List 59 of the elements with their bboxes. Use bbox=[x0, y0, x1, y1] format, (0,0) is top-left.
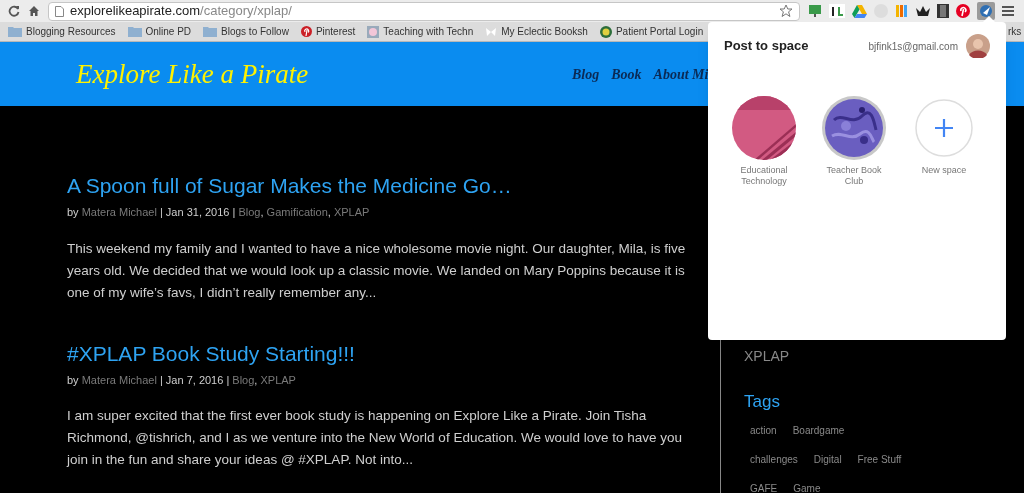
bookmark-item[interactable]: My Eclectic Booksh bbox=[485, 24, 588, 39]
monitor-extension-icon[interactable] bbox=[808, 4, 822, 18]
meta-link[interactable]: Matera Michael bbox=[81, 206, 157, 218]
crown-icon[interactable] bbox=[916, 6, 930, 16]
post-title[interactable]: A Spoon full of Sugar Makes the Medicine Go… bbox=[67, 172, 700, 200]
reload-icon[interactable] bbox=[8, 5, 20, 17]
tag-link[interactable]: challenges bbox=[750, 451, 798, 467]
post-meta: by Matera Michael | Jan 31, 2016 | Blog, Gamification, XPLAP bbox=[67, 205, 371, 220]
tag-link[interactable]: action bbox=[750, 422, 777, 438]
bookmark-item[interactable]: Patient Portal Login bbox=[599, 24, 704, 39]
meta-link[interactable]: XPLAP bbox=[260, 373, 296, 386]
butterfly-icon bbox=[485, 26, 498, 37]
bookmark-star-icon[interactable] bbox=[779, 4, 793, 18]
nav-link[interactable]: Blog bbox=[572, 63, 600, 85]
page-icon bbox=[55, 5, 64, 17]
nav-link[interactable]: About Mi bbox=[653, 63, 709, 85]
popup-title: Post to space bbox=[724, 37, 809, 56]
tag-link[interactable]: Boardgame bbox=[792, 422, 845, 438]
meta-link[interactable]: Gamification bbox=[266, 206, 328, 218]
pinterest-icon[interactable] bbox=[956, 4, 970, 18]
folder-icon bbox=[203, 26, 218, 37]
bookmark-item[interactable]: Online PD bbox=[127, 24, 192, 39]
meta-link[interactable]: Matera Michael bbox=[81, 373, 157, 386]
drive-icon[interactable] bbox=[852, 4, 867, 18]
tag-link[interactable]: Game bbox=[793, 480, 821, 493]
home-icon[interactable] bbox=[28, 5, 40, 17]
post-excerpt: I am super excited that the first ever book study is happening on Explore Like a Pirate. Join Tisha Richmond, @tishrich, and I as we venture into the New World of Education. We would love to have you join in the fun and share your ideas @ #XPLAP. Not into... bbox=[67, 407, 684, 469]
space-label[interactable]: Educational Technology bbox=[733, 165, 795, 187]
bookmark-item[interactable]: rks bbox=[1008, 24, 1022, 39]
tag-link[interactable]: Free Stuff bbox=[857, 451, 902, 467]
address-bar[interactable]: explorelikeapirate.com/category/xplap/ bbox=[48, 1, 800, 21]
account-email: bjfink1s@gmail.com bbox=[868, 39, 958, 54]
avatar-icon[interactable] bbox=[966, 34, 990, 58]
pl-extension-icon[interactable] bbox=[829, 4, 845, 18]
bookmark-item[interactable]: Blogs to Follow bbox=[203, 24, 289, 39]
bookmark-item[interactable]: Blogging Resources bbox=[8, 24, 116, 39]
site-icon bbox=[367, 25, 380, 38]
bookmark-item[interactable]: Teaching with Techn bbox=[367, 24, 474, 39]
menu-icon[interactable] bbox=[1002, 6, 1014, 16]
post-excerpt: This weekend my family and I wanted to have a nice wholesome movie night. Our daughter, Mila, is five years old. We decided that we would look up a classic movie. We landed on Mary Poppins because it is one of my wife’s favs, I didn’t really remember any... bbox=[67, 239, 687, 302]
bookmark-item[interactable]: Pinterest bbox=[300, 24, 356, 39]
space-label[interactable]: Teacher Book Club bbox=[823, 165, 885, 187]
meta-link[interactable]: XPLAP bbox=[333, 206, 370, 218]
post-title[interactable]: #XPLAP Book Study Starting!!! bbox=[67, 339, 700, 368]
url-text: explorelikeapirate.com/category/xplap/ bbox=[70, 2, 292, 21]
tag-link[interactable]: GAFE bbox=[750, 480, 778, 493]
category-link[interactable]: XPLAP bbox=[744, 346, 1024, 367]
globe-icon bbox=[599, 25, 612, 38]
film-icon[interactable] bbox=[937, 4, 949, 18]
nav-link[interactable]: Book bbox=[611, 63, 642, 85]
tag-link[interactable]: Digital bbox=[813, 451, 842, 467]
color-bars-icon[interactable] bbox=[895, 4, 909, 18]
tags-heading: Tags bbox=[744, 391, 781, 413]
space-label[interactable]: New space bbox=[913, 165, 975, 176]
folder-icon bbox=[8, 26, 22, 37]
post-meta: by Matera Michael | Jan 7, 2016 | Blog, XPLAP bbox=[67, 372, 297, 388]
folder-icon bbox=[127, 26, 142, 37]
active-extension-icon[interactable] bbox=[977, 2, 995, 20]
pinterest-icon bbox=[300, 26, 312, 37]
